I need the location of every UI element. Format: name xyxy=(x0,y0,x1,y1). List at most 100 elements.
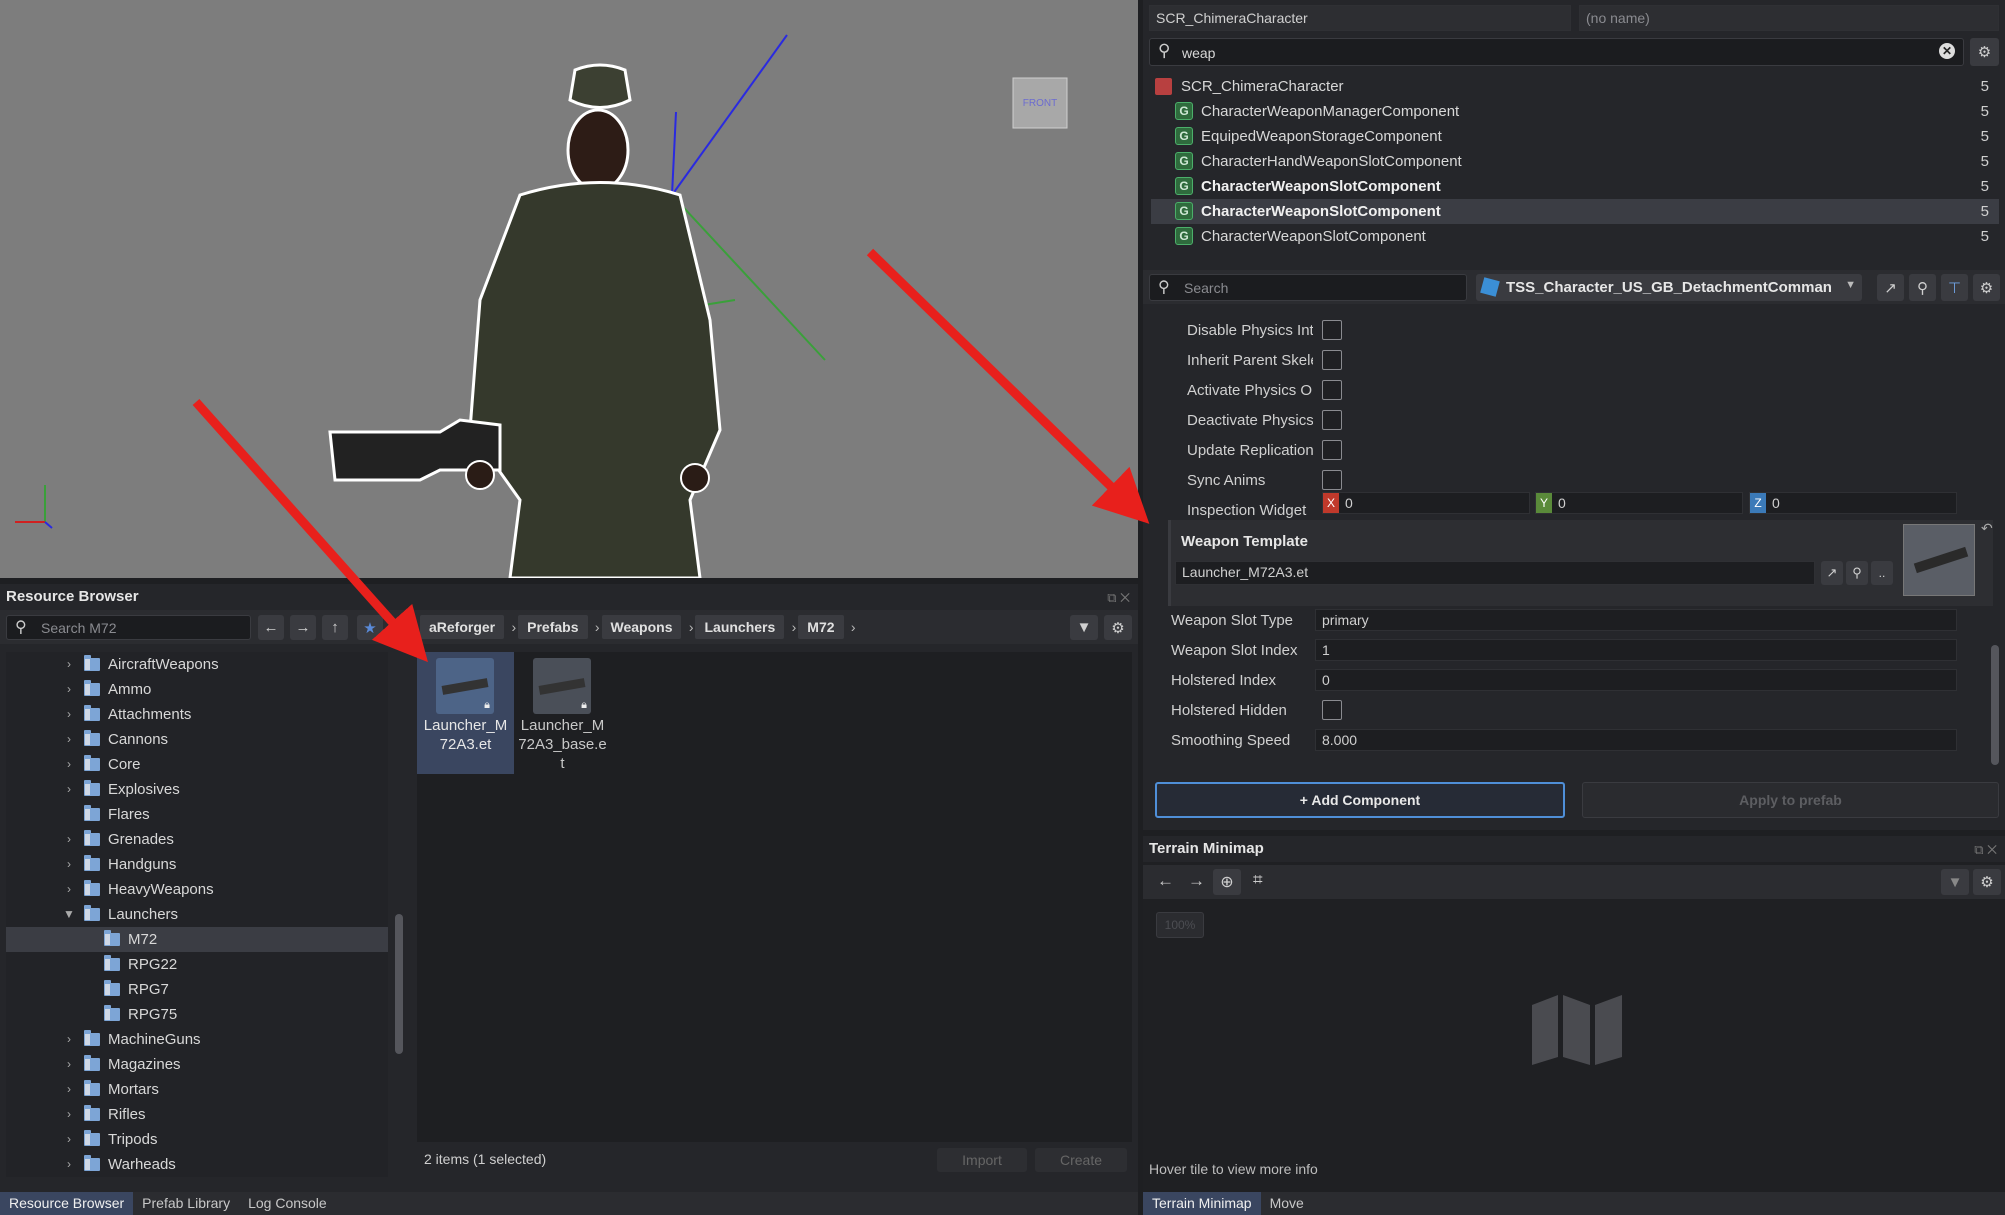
property-checkbox[interactable] xyxy=(1322,410,1342,430)
file-item-launcher-m72a3[interactable]: 🔒︎ Launcher_M72A3.et xyxy=(417,652,514,774)
chevron-right-icon[interactable]: › xyxy=(62,1127,76,1152)
chevron-right-icon[interactable]: › xyxy=(62,727,76,752)
gear-icon[interactable]: ⚙ xyxy=(1973,274,2000,301)
crosshair-icon[interactable]: ⊕ xyxy=(1213,869,1241,895)
chevron-right-icon[interactable]: › xyxy=(62,1152,76,1177)
favorite-star-icon[interactable]: ★ xyxy=(357,615,383,640)
entity-row[interactable]: SCR_ChimeraCharacter 5 xyxy=(1151,74,1999,99)
inspector-scrollbar[interactable] xyxy=(1991,645,1999,765)
inspection-widget-x[interactable]: X 0 xyxy=(1322,492,1530,514)
breadcrumb-item[interactable]: M72 xyxy=(798,615,856,639)
property-checkbox[interactable] xyxy=(1322,470,1342,490)
component-row[interactable]: G CharacterHandWeaponSlotComponent 5 xyxy=(1151,149,1999,174)
create-button[interactable]: Create xyxy=(1035,1148,1127,1172)
search-icon[interactable]: ⚲ xyxy=(1909,274,1936,301)
chevron-right-icon[interactable]: › xyxy=(62,752,76,777)
tab-prefab-library[interactable]: Prefab Library xyxy=(133,1192,239,1215)
property-checkbox[interactable] xyxy=(1322,350,1342,370)
tree-item[interactable]: Flares xyxy=(6,802,388,827)
breadcrumb-item[interactable]: aReforger xyxy=(420,615,516,639)
property-search-input[interactable]: ⚲ Search xyxy=(1149,274,1467,301)
chevron-right-icon[interactable]: › xyxy=(62,702,76,727)
entity-name-field[interactable]: (no name) xyxy=(1579,5,1999,31)
chevron-right-icon[interactable]: › xyxy=(62,852,76,877)
tree-item[interactable]: › MachineGuns xyxy=(6,1027,388,1052)
chevron-right-icon[interactable]: › xyxy=(62,827,76,852)
import-button[interactable]: Import xyxy=(937,1148,1027,1172)
chevron-right-icon[interactable]: › xyxy=(62,1052,76,1077)
chevron-right-icon[interactable]: › xyxy=(62,877,76,902)
tree-item[interactable]: › Ammo xyxy=(6,677,388,702)
inspection-widget-y[interactable]: Y 0 xyxy=(1535,492,1743,514)
tree-item[interactable]: › Mortars xyxy=(6,1077,388,1102)
tree-item[interactable]: RPG22 xyxy=(6,952,388,977)
component-row[interactable]: G CharacterWeaponSlotComponent 5 xyxy=(1151,174,1999,199)
class-name-field[interactable]: SCR_ChimeraCharacter xyxy=(1149,5,1571,31)
3d-viewport[interactable]: FRONT xyxy=(0,0,1138,578)
reset-icon[interactable]: ↶ xyxy=(1981,520,1993,537)
component-filter-input[interactable]: ⚲ weap ✕ xyxy=(1149,38,1964,66)
component-row[interactable]: G CharacterWeaponManagerComponent 5 xyxy=(1151,99,1999,124)
zoom-level[interactable]: 100% xyxy=(1156,912,1204,938)
breadcrumb-item[interactable]: Launchers xyxy=(695,615,796,639)
character-model[interactable] xyxy=(328,63,722,578)
prefab-selector[interactable]: TSS_Character_US_GB_DetachmentComman ▼ xyxy=(1476,274,1862,301)
tab-move[interactable]: Move xyxy=(1261,1192,1313,1215)
tree-item[interactable]: › Warheads xyxy=(6,1152,388,1177)
property-checkbox[interactable] xyxy=(1322,440,1342,460)
chevron-right-icon[interactable]: › xyxy=(62,1077,76,1102)
chevron-right-icon[interactable]: › xyxy=(62,777,76,802)
orientation-widget[interactable]: FRONT xyxy=(1012,77,1068,129)
tree-item[interactable]: › Attachments xyxy=(6,702,388,727)
crop-icon[interactable]: ⌗ xyxy=(1253,870,1263,890)
chevron-right-icon[interactable]: › xyxy=(62,677,76,702)
tree-item[interactable]: ▼ Launchers xyxy=(6,902,388,927)
tree-item[interactable]: › Grenades xyxy=(6,827,388,852)
file-item-launcher-m72a3-base[interactable]: 🔒︎ Launcher_M72A3_base.et xyxy=(514,652,611,774)
tree-item[interactable]: RPG75 xyxy=(6,1002,388,1027)
component-row[interactable]: G EquipedWeaponStorageComponent 5 xyxy=(1151,124,1999,149)
panel-window-icons[interactable]: ⧉ ✕ xyxy=(1974,842,1997,858)
back-button[interactable]: ← xyxy=(258,615,284,640)
tree-item[interactable]: › Handguns xyxy=(6,852,388,877)
filter-icon[interactable]: ▼ xyxy=(1941,869,1969,895)
inspection-widget-z[interactable]: Z 0 xyxy=(1749,492,1957,514)
forward-icon[interactable]: → xyxy=(1188,871,1205,891)
property-field[interactable]: primary xyxy=(1315,609,1957,631)
filter-icon[interactable]: ▼ xyxy=(1070,615,1098,640)
tree-item[interactable]: › HeavyWeapons xyxy=(6,877,388,902)
gear-icon[interactable]: ⚙ xyxy=(1104,615,1132,640)
resource-search-input[interactable]: ⚲ Search M72 xyxy=(6,615,251,640)
tree-item[interactable]: › Tripods xyxy=(6,1127,388,1152)
tree-item[interactable]: › Rifles xyxy=(6,1102,388,1127)
tree-item[interactable]: › AircraftWeapons xyxy=(6,652,388,677)
browse-button[interactable]: .. xyxy=(1871,561,1893,585)
property-field[interactable]: 0 xyxy=(1315,669,1957,691)
chevron-down-icon[interactable]: ▼ xyxy=(62,902,76,927)
gear-icon[interactable]: ⚙ xyxy=(1970,38,1999,66)
up-button[interactable]: ↑ xyxy=(322,615,348,640)
back-icon[interactable]: ← xyxy=(1157,871,1174,891)
breadcrumb-item[interactable]: Weapons xyxy=(601,615,693,639)
weapon-template-field[interactable]: Launcher_M72A3.et xyxy=(1175,561,1815,585)
clear-icon[interactable]: ✕ xyxy=(1939,43,1955,59)
open-external-icon[interactable]: ↗ xyxy=(1821,561,1843,585)
tree-item[interactable]: › Core xyxy=(6,752,388,777)
property-checkbox[interactable] xyxy=(1322,380,1342,400)
tab-resource-browser[interactable]: Resource Browser xyxy=(0,1192,134,1215)
chevron-right-icon[interactable]: › xyxy=(62,1102,76,1127)
apply-to-prefab-button[interactable]: Apply to prefab xyxy=(1582,782,1999,818)
add-component-button[interactable]: + Add Component xyxy=(1155,782,1565,818)
tree-item[interactable]: M72 xyxy=(6,927,388,952)
search-icon[interactable]: ⚲ xyxy=(1846,561,1868,585)
tree-scrollbar[interactable] xyxy=(395,914,403,1054)
tree-item[interactable]: › Magazines xyxy=(6,1052,388,1077)
open-external-icon[interactable]: ↗ xyxy=(1877,274,1904,301)
property-checkbox[interactable] xyxy=(1322,700,1342,720)
panel-window-icons[interactable]: ⧉ ✕ xyxy=(1107,590,1130,606)
forward-button[interactable]: → xyxy=(290,615,316,640)
hierarchy-icon[interactable]: ⊤ xyxy=(1941,274,1968,301)
tree-item[interactable]: › Explosives xyxy=(6,777,388,802)
chevron-right-icon[interactable]: › xyxy=(62,652,76,677)
gear-icon[interactable]: ⚙ xyxy=(1973,869,2001,895)
